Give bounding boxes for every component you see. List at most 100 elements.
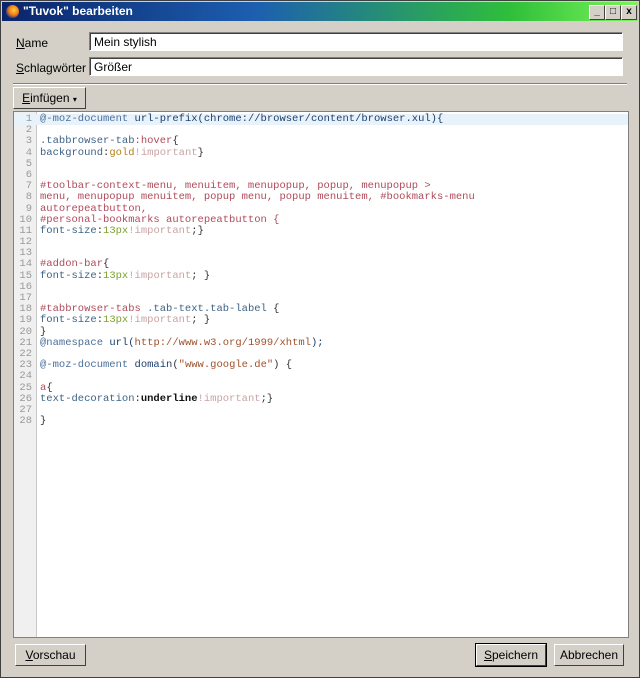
code-token: 13px xyxy=(103,314,129,327)
maximize-button[interactable]: □ xyxy=(605,5,621,20)
code-token: autorepeatbutton, xyxy=(40,202,148,215)
code-token: @-moz-document xyxy=(40,113,129,125)
separator xyxy=(13,83,627,85)
code-token: 13px xyxy=(103,224,129,237)
tags-label-text: chlagwörter xyxy=(24,61,87,75)
insert-menu-button[interactable]: Einfügen ▾ xyxy=(13,87,86,109)
code-text: @-moz-document url-prefix(chrome://brows… xyxy=(36,113,444,125)
code-token: ); xyxy=(310,336,324,349)
code-token: { xyxy=(266,303,280,316)
minimize-button[interactable]: _ xyxy=(589,5,605,20)
code-token: ) { xyxy=(273,359,293,372)
code-line[interactable]: 15 font-size:13px!important; } xyxy=(14,269,628,282)
line-number: 4 xyxy=(25,146,32,159)
code-text: background:gold!important} xyxy=(36,146,204,159)
code-token: #personal-bookmarks autorepeatbutton { xyxy=(40,213,280,226)
code-token: url-prefix xyxy=(134,113,198,125)
code-token: !important xyxy=(197,392,261,405)
tags-label-accel: S xyxy=(16,61,25,75)
code-token: #toolbar-context-menu, menuitem, menupop… xyxy=(40,180,431,193)
line-number: 6 xyxy=(25,168,32,181)
code-line[interactable]: 24 xyxy=(14,371,628,382)
code-token: { xyxy=(172,135,179,148)
code-token: (chrome://browser/content/browser.xul){ xyxy=(197,113,444,125)
title-bar[interactable]: "Tuvok" bearbeiten _ □ x xyxy=(2,2,638,21)
code-token: ; } xyxy=(191,314,211,327)
save-button[interactable]: Speichern xyxy=(475,643,547,667)
insert-label: infügen xyxy=(30,91,70,105)
preview-button[interactable]: Vorschau xyxy=(15,644,86,666)
code-editor[interactable]: 1 @-moz-document url-prefix(chrome://brow… xyxy=(13,111,629,638)
code-line[interactable]: 21 @namespace url(http://www.w3.org/1999/… xyxy=(14,336,628,349)
line-number: 19 xyxy=(19,314,32,327)
name-label-text: ame xyxy=(24,36,49,50)
close-button[interactable]: x xyxy=(621,5,637,20)
line-number: 5 xyxy=(25,157,32,170)
code-line[interactable]: 16 xyxy=(14,281,628,293)
code-text: @namespace url(http://www.w3.org/1999/xh… xyxy=(36,336,324,349)
code-token: "www.google.de" xyxy=(178,359,274,372)
cancel-button[interactable]: Abbrechen xyxy=(554,644,624,666)
code-line[interactable]: 5 xyxy=(14,157,628,170)
code-token: domain xyxy=(134,359,173,372)
code-token: url( xyxy=(109,336,135,349)
code-line[interactable]: 23 @-moz-document domain("www.google.de")… xyxy=(14,359,628,372)
tags-input[interactable]: Größer xyxy=(89,57,623,76)
code-line[interactable]: 26 text-decoration:underline!important;} xyxy=(14,392,628,405)
code-token: { xyxy=(103,258,110,271)
name-label-accel: N xyxy=(16,36,25,50)
code-token: !important xyxy=(128,269,192,282)
code-token: !important xyxy=(128,224,192,237)
line-number: 1 xyxy=(25,113,32,125)
code-text: } xyxy=(36,415,47,428)
code-token: ;} xyxy=(191,224,204,237)
code-token: font-size xyxy=(40,224,97,237)
code-line[interactable]: 11 font-size:13px!important;} xyxy=(14,224,628,237)
code-text: font-size:13px!important;} xyxy=(36,224,204,237)
code-token: } xyxy=(40,415,47,428)
tags-label: Schlagwörter xyxy=(16,61,86,75)
code-line[interactable]: 1 @-moz-document url-prefix(chrome://brow… xyxy=(14,113,628,126)
code-token: ; } xyxy=(191,269,211,282)
name-label: Name xyxy=(16,36,48,50)
name-input[interactable]: Mein stylish xyxy=(89,32,623,51)
code-token: !important xyxy=(134,146,198,159)
code-token: } xyxy=(40,325,47,338)
preview-label: orschau xyxy=(32,648,76,662)
code-token: ;} xyxy=(260,392,274,405)
edit-style-dialog: "Tuvok" bearbeiten _ □ x Name Mein styli… xyxy=(0,0,640,678)
code-line[interactable]: 4 background:gold!important} xyxy=(14,146,628,159)
code-line[interactable]: 27 xyxy=(14,404,628,416)
code-lines[interactable]: 1 @-moz-document url-prefix(chrome://brow… xyxy=(14,113,628,428)
code-token: background xyxy=(40,146,104,159)
code-token: } xyxy=(197,146,204,159)
code-token: #addon-bar xyxy=(40,258,104,271)
code-token: @namespace xyxy=(40,336,104,349)
code-token: font-size xyxy=(40,314,97,327)
dropdown-arrow-icon: ▾ xyxy=(72,95,77,104)
line-number: 7 xyxy=(25,180,32,193)
code-token: underline xyxy=(140,392,198,405)
window-title: "Tuvok" bearbeiten xyxy=(23,4,133,18)
code-token: .tab-text.tab-label xyxy=(140,303,267,316)
save-label: peichern xyxy=(491,648,539,662)
code-line[interactable]: 19 font-size:13px!important; } xyxy=(14,315,628,326)
code-text: text-decoration:underline!important;} xyxy=(36,392,274,405)
line-number: 14 xyxy=(19,258,32,271)
code-token: font-size xyxy=(40,269,97,282)
code-token: 13px xyxy=(103,269,129,282)
preview-accel: V xyxy=(25,648,33,662)
code-line[interactable]: 28} xyxy=(14,415,628,428)
code-token: :hover xyxy=(134,135,173,148)
save-accel: S xyxy=(483,648,492,662)
code-token: { xyxy=(46,381,53,394)
line-number: 28 xyxy=(19,415,32,428)
code-line[interactable]: 12 xyxy=(14,236,628,248)
line-number: 3 xyxy=(25,135,32,148)
line-number: 24 xyxy=(19,370,32,383)
line-number: 8 xyxy=(25,191,32,204)
code-token: menu, menupopup menuitem, popup menu, po… xyxy=(40,191,475,204)
line-number: 2 xyxy=(25,124,32,137)
code-token: text-decoration xyxy=(40,392,135,405)
code-text: font-size:13px!important; } xyxy=(36,269,211,282)
